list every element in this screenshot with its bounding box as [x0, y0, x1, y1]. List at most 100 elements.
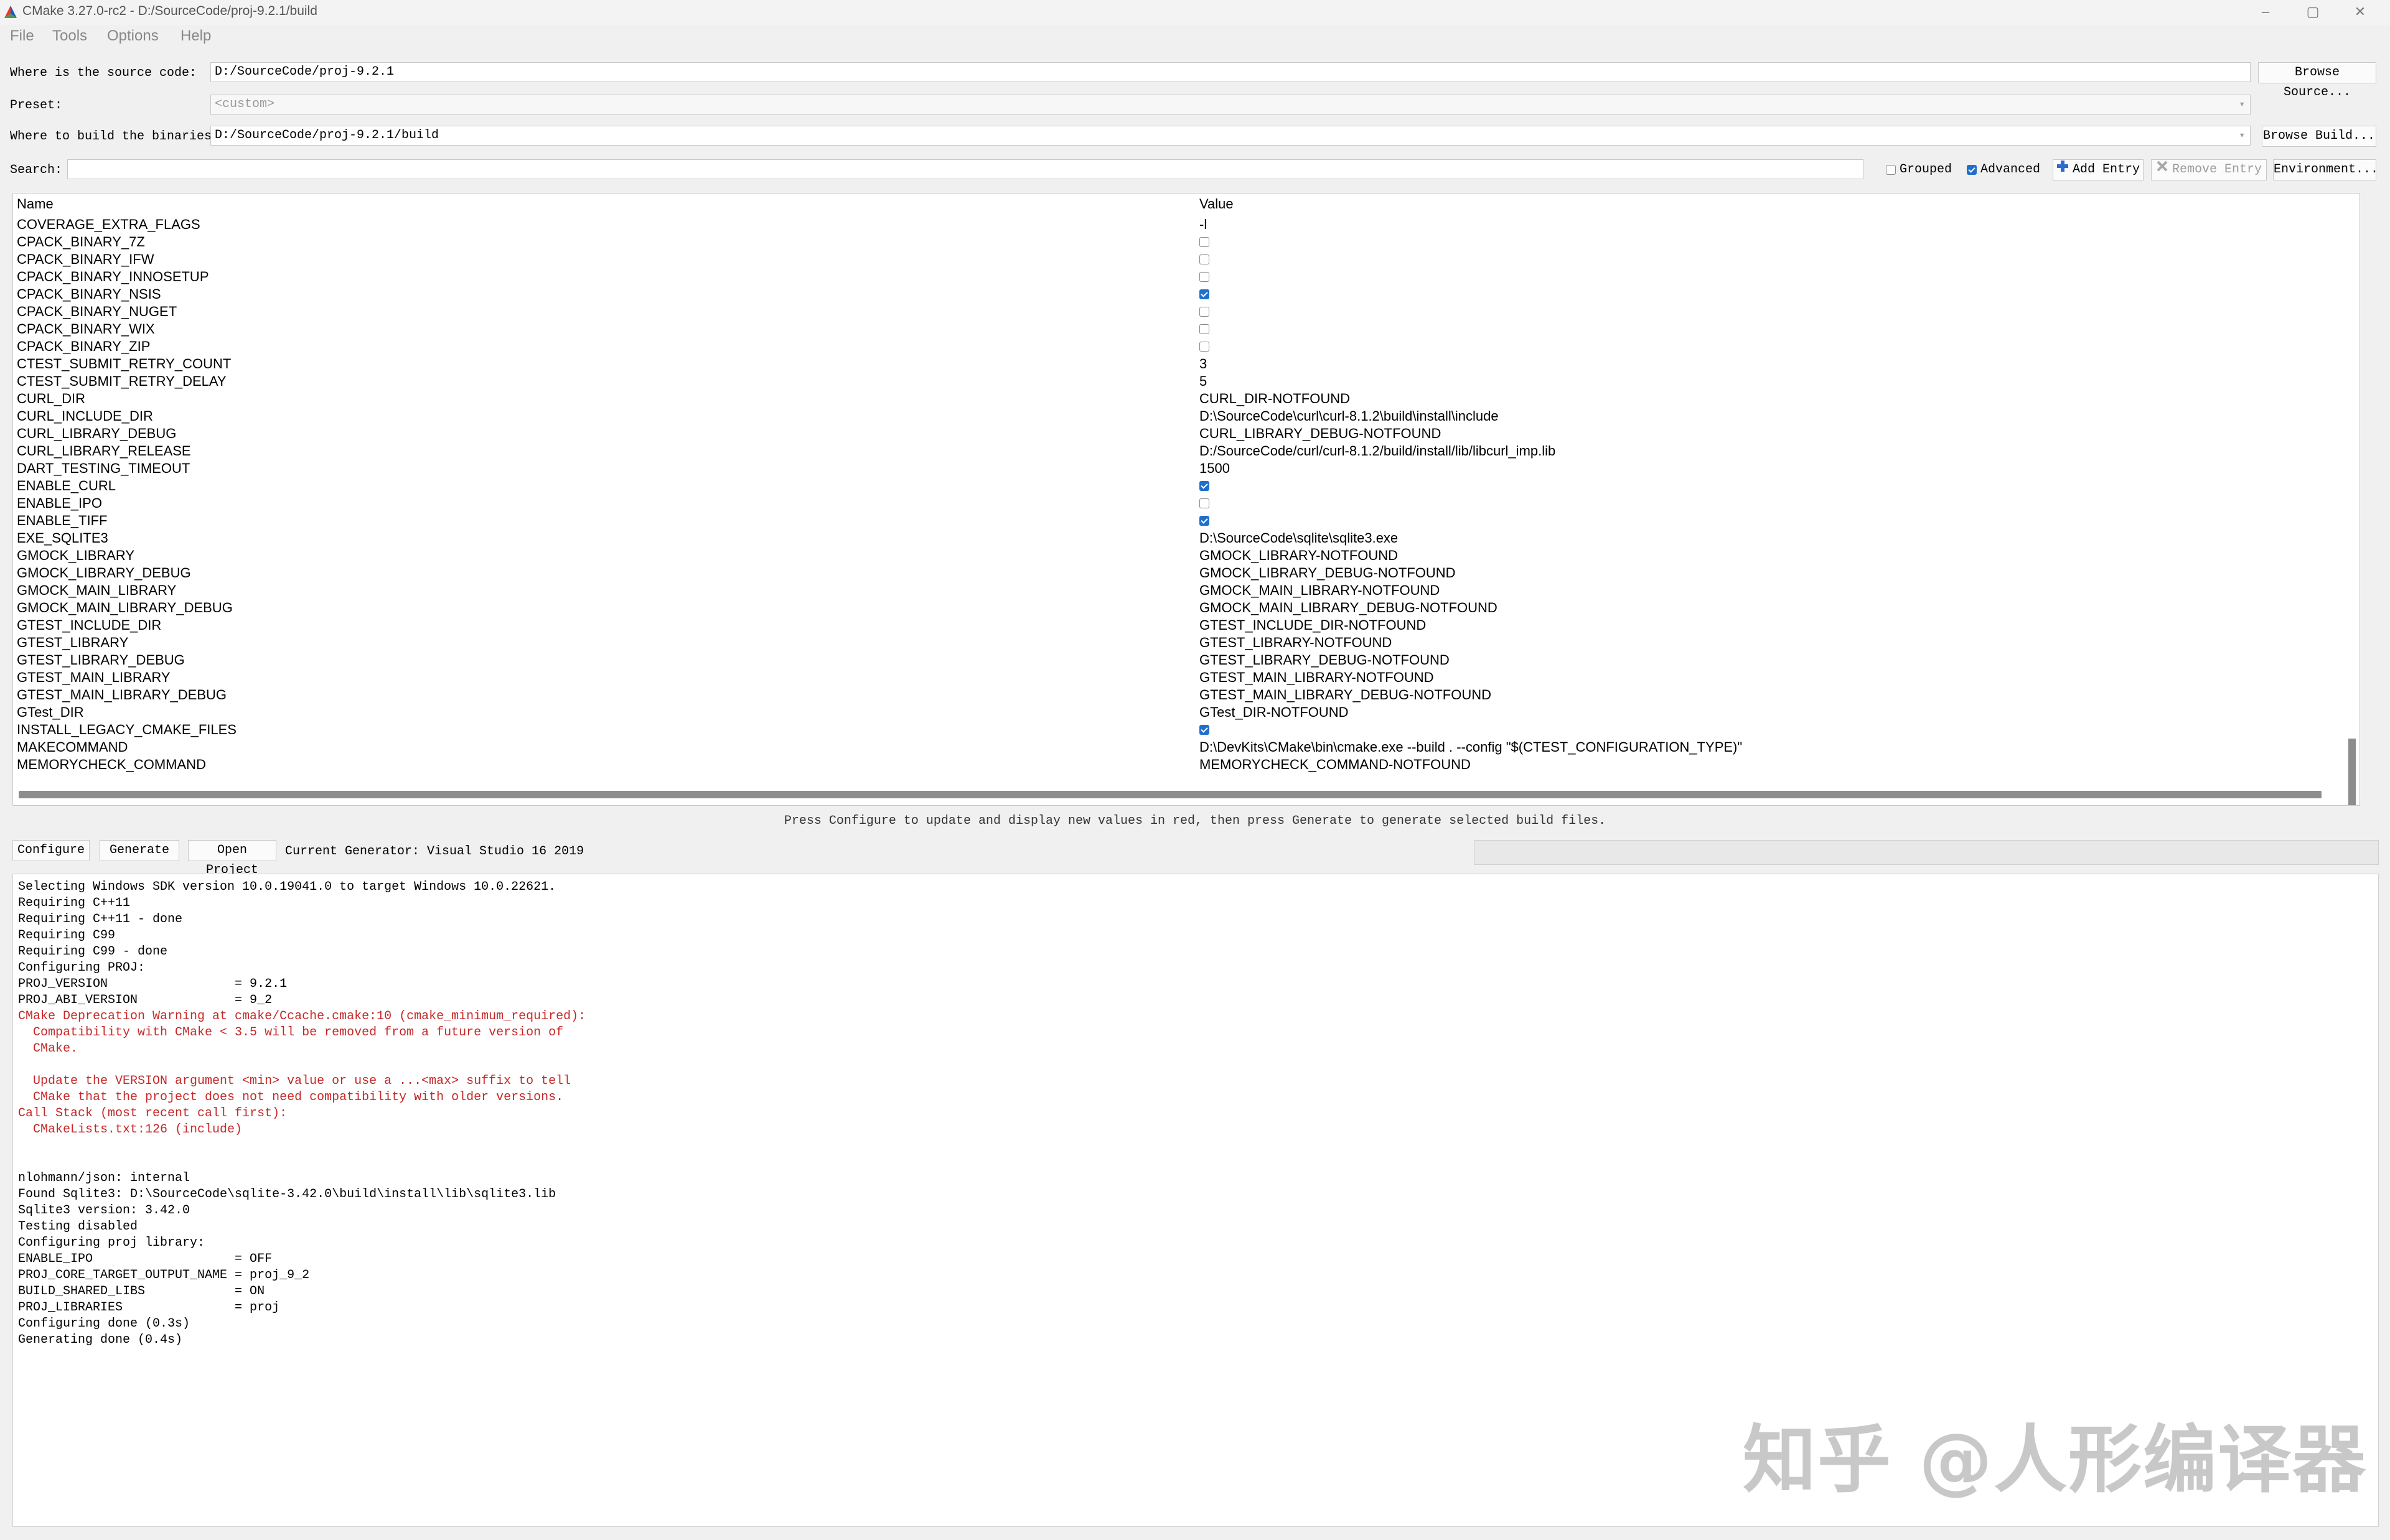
table-row[interactable]: MEMORYCHECK_SUPPRESSIONS_FILE — [13, 773, 2360, 776]
entry-value[interactable]: D:\DevKits\CMake\bin\cmake.exe --build .… — [1199, 739, 1742, 756]
menu-tools[interactable]: Tools — [52, 27, 87, 45]
entry-checkbox[interactable] — [1199, 233, 1209, 251]
table-row[interactable]: ENABLE_IPO — [13, 495, 2360, 512]
entry-checkbox[interactable] — [1199, 495, 1209, 512]
entry-value[interactable]: GTEST_MAIN_LIBRARY_DEBUG-NOTFOUND — [1199, 686, 1491, 704]
table-row[interactable]: GTEST_LIBRARY GTEST_LIBRARY-NOTFOUND — [13, 634, 2360, 651]
binaries-path-select[interactable]: D:/SourceCode/proj-9.2.1/build ▾ — [210, 126, 2251, 146]
vertical-scroll-thumb[interactable] — [2348, 739, 2356, 805]
entry-value[interactable]: GMOCK_MAIN_LIBRARY-NOTFOUND — [1199, 582, 1440, 599]
entry-value[interactable]: GTEST_LIBRARY-NOTFOUND — [1199, 634, 1392, 651]
column-header-value[interactable]: Value — [1199, 196, 1234, 212]
table-row[interactable]: CURL_DIR CURL_DIR-NOTFOUND — [13, 390, 2360, 408]
entry-value[interactable]: GMOCK_MAIN_LIBRARY_DEBUG-NOTFOUND — [1199, 599, 1497, 617]
remove-entry-button[interactable]: Remove Entry — [2151, 159, 2267, 180]
table-row[interactable]: ENABLE_TIFF — [13, 512, 2360, 530]
table-row[interactable]: CURL_LIBRARY_RELEASE D:/SourceCode/curl/c… — [13, 442, 2360, 460]
entry-checkbox[interactable] — [1199, 512, 1209, 530]
entry-value[interactable]: GTEST_LIBRARY_DEBUG-NOTFOUND — [1199, 651, 1450, 669]
table-row[interactable]: DART_TESTING_TIMEOUT 1500 — [13, 460, 2360, 477]
configure-button[interactable]: Configure — [12, 840, 90, 861]
grouped-checkbox[interactable] — [1886, 164, 1896, 175]
checkbox[interactable] — [1199, 341, 1209, 352]
entry-value[interactable]: D:\SourceCode\curl\curl-8.1.2\build\inst… — [1199, 408, 1499, 425]
generate-button[interactable]: Generate — [100, 840, 179, 861]
table-row[interactable]: GTEST_LIBRARY_DEBUG GTEST_LIBRARY_DEBUG-N… — [13, 651, 2360, 669]
entry-checkbox[interactable] — [1199, 268, 1209, 286]
entry-checkbox[interactable] — [1199, 338, 1209, 355]
checkbox[interactable] — [1199, 480, 1209, 491]
table-row[interactable]: GMOCK_MAIN_LIBRARY_DEBUG GMOCK_MAIN_LIBRA… — [13, 599, 2360, 617]
add-entry-button[interactable]: Add Entry — [2053, 159, 2144, 180]
table-row[interactable]: CPACK_BINARY_NUGET — [13, 303, 2360, 320]
table-row[interactable]: CTEST_SUBMIT_RETRY_DELAY 5 — [13, 373, 2360, 390]
table-row[interactable]: CTEST_SUBMIT_RETRY_COUNT 3 — [13, 355, 2360, 373]
entry-value[interactable]: GTEST_MAIN_LIBRARY-NOTFOUND — [1199, 669, 1434, 686]
entry-value[interactable]: MEMORYCHECK_COMMAND-NOTFOUND — [1199, 756, 1471, 773]
menu-help[interactable]: Help — [180, 27, 211, 45]
open-project-button[interactable]: Open Project — [188, 840, 276, 877]
checkbox[interactable] — [1199, 498, 1209, 508]
checkbox[interactable] — [1199, 306, 1209, 317]
maximize-button[interactable]: ▢ — [2300, 2, 2325, 21]
browse-source-button[interactable]: Browse Source... — [2258, 62, 2376, 100]
entry-value[interactable]: CURL_DIR-NOTFOUND — [1199, 390, 1350, 408]
table-row[interactable]: GMOCK_LIBRARY_DEBUG GMOCK_LIBRARY_DEBUG-N… — [13, 564, 2360, 582]
table-row[interactable]: CPACK_BINARY_7Z — [13, 233, 2360, 251]
table-row[interactable]: CURL_LIBRARY_DEBUG CURL_LIBRARY_DEBUG-NOT… — [13, 425, 2360, 442]
entry-value[interactable]: CURL_LIBRARY_DEBUG-NOTFOUND — [1199, 425, 1441, 442]
entry-value[interactable]: -l — [1199, 216, 1207, 233]
table-row[interactable]: GTEST_MAIN_LIBRARY GTEST_MAIN_LIBRARY-NOT… — [13, 669, 2360, 686]
preset-select[interactable]: <custom> ▾ — [210, 95, 2251, 114]
table-row[interactable]: GMOCK_LIBRARY GMOCK_LIBRARY-NOTFOUND — [13, 547, 2360, 564]
table-row[interactable]: INSTALL_LEGACY_CMAKE_FILES — [13, 721, 2360, 739]
table-row[interactable]: MAKECOMMAND D:\DevKits\CMake\bin\cmake.ex… — [13, 739, 2360, 756]
entry-checkbox[interactable] — [1199, 477, 1209, 495]
column-header-name[interactable]: Name — [17, 196, 54, 212]
table-row[interactable]: COVERAGE_EXTRA_FLAGS -l — [13, 216, 2360, 233]
entry-value[interactable]: D:\SourceCode\sqlite\sqlite3.exe — [1199, 530, 1398, 547]
table-row[interactable]: CPACK_BINARY_IFW — [13, 251, 2360, 268]
table-row[interactable]: CPACK_BINARY_NSIS — [13, 286, 2360, 303]
checkbox[interactable] — [1199, 254, 1209, 264]
grouped-option[interactable]: Grouped — [1886, 162, 1952, 177]
checkbox[interactable] — [1199, 515, 1209, 526]
close-button[interactable]: ✕ — [2348, 2, 2373, 21]
table-row[interactable]: ENABLE_CURL — [13, 477, 2360, 495]
table-row[interactable]: GTEST_MAIN_LIBRARY_DEBUG GTEST_MAIN_LIBRA… — [13, 686, 2360, 704]
table-row[interactable]: MEMORYCHECK_COMMAND MEMORYCHECK_COMMAND-N… — [13, 756, 2360, 773]
environment-button[interactable]: Environment... — [2273, 159, 2378, 180]
checkbox[interactable] — [1199, 271, 1209, 282]
table-row[interactable]: CPACK_BINARY_WIX — [13, 320, 2360, 338]
table-row[interactable]: GTest_DIR GTest_DIR-NOTFOUND — [13, 704, 2360, 721]
entry-value[interactable]: GMOCK_LIBRARY-NOTFOUND — [1199, 547, 1398, 564]
checkbox[interactable] — [1199, 289, 1209, 299]
table-row[interactable]: CPACK_BINARY_ZIP — [13, 338, 2360, 355]
minimize-button[interactable]: – — [2253, 2, 2278, 21]
menu-file[interactable]: File — [10, 27, 34, 45]
entry-checkbox[interactable] — [1199, 286, 1209, 303]
entry-value[interactable]: D:/SourceCode/curl/curl-8.1.2/build/inst… — [1199, 442, 1555, 460]
entry-checkbox[interactable] — [1199, 721, 1209, 739]
table-row[interactable]: GMOCK_MAIN_LIBRARY GMOCK_MAIN_LIBRARY-NOT… — [13, 582, 2360, 599]
table-row[interactable]: CPACK_BINARY_INNOSETUP — [13, 268, 2360, 286]
table-row[interactable]: GTEST_INCLUDE_DIR GTEST_INCLUDE_DIR-NOTFO… — [13, 617, 2360, 634]
advanced-option[interactable]: Advanced — [1967, 162, 2040, 177]
source-path-input[interactable]: D:/SourceCode/proj-9.2.1 — [210, 62, 2251, 82]
checkbox[interactable] — [1199, 324, 1209, 334]
entry-value[interactable]: GTest_DIR-NOTFOUND — [1199, 704, 1349, 721]
entry-value[interactable]: 5 — [1199, 373, 1207, 390]
entry-value[interactable]: 1500 — [1199, 460, 1230, 477]
entry-value[interactable]: GMOCK_LIBRARY_DEBUG-NOTFOUND — [1199, 564, 1456, 582]
vertical-scrollbar[interactable] — [2347, 216, 2356, 805]
checkbox[interactable] — [1199, 236, 1209, 247]
entry-value[interactable]: GTEST_INCLUDE_DIR-NOTFOUND — [1199, 617, 1426, 634]
entry-checkbox[interactable] — [1199, 320, 1209, 338]
search-input[interactable] — [67, 159, 1863, 179]
menu-options[interactable]: Options — [107, 27, 159, 45]
table-row[interactable]: CURL_INCLUDE_DIR D:\SourceCode\curl\curl-… — [13, 408, 2360, 425]
horizontal-scrollbar[interactable] — [19, 791, 2322, 798]
entry-checkbox[interactable] — [1199, 303, 1209, 320]
table-row[interactable]: EXE_SQLITE3 D:\SourceCode\sqlite\sqlite3.… — [13, 530, 2360, 547]
checkbox[interactable] — [1199, 724, 1209, 735]
